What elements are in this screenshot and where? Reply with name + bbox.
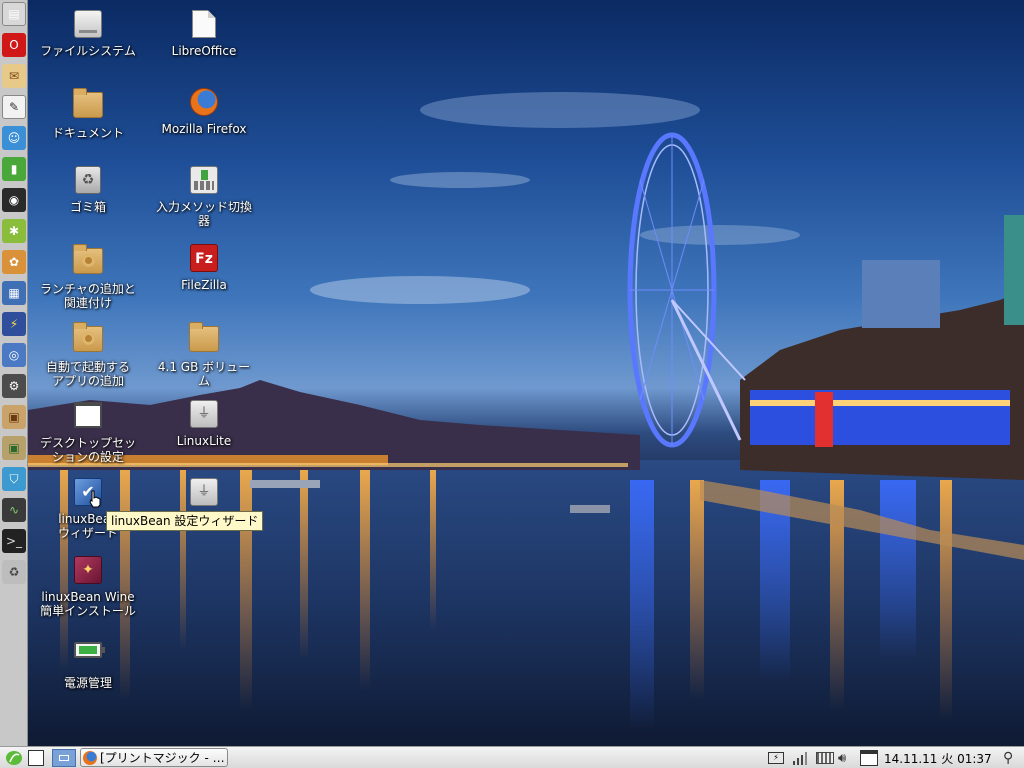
- screen-icon: ⚡: [768, 752, 784, 764]
- desktop-icon-label: linuxBean Wine 簡単インストール: [40, 590, 136, 618]
- terminal-icon[interactable]: >_: [2, 529, 26, 553]
- desktop-icon-label: ゴミ箱: [69, 200, 106, 214]
- desktop-icon-usb-drive[interactable]: ⏚: [146, 478, 262, 512]
- media-player-icon[interactable]: ◉: [2, 188, 26, 212]
- folder-gear-icon: [73, 244, 103, 274]
- desktop-icon-label: ファイルシステム: [40, 44, 136, 58]
- usb-drive-icon: ⏚: [190, 400, 218, 428]
- desktop-icon-volume[interactable]: 4.1 GB ボリュー ム: [146, 322, 262, 388]
- hand-cursor-icon: [89, 490, 101, 508]
- wine-icon: ✦: [74, 556, 102, 584]
- chat-icon[interactable]: ☺: [2, 126, 26, 150]
- desktop-icon-filesystem[interactable]: ファイルシステム: [30, 10, 146, 58]
- firefox-icon: [83, 750, 97, 765]
- trash-icon: ♻: [75, 166, 101, 194]
- tooltip: linuxBean 設定ウィザード: [106, 511, 264, 531]
- drive-icon: [74, 10, 102, 38]
- folder-icon: [189, 322, 219, 352]
- battery-icon: [74, 642, 105, 658]
- calendar-icon: [860, 750, 878, 766]
- desktop-icon-label: ランチャの追加と 関連付け: [40, 282, 136, 310]
- desktop-icon-label: 電源管理: [63, 676, 112, 690]
- opera-icon[interactable]: O: [2, 33, 26, 57]
- desktop-icon-label: 自動で起動する アプリの追加: [45, 360, 130, 388]
- speaker-icon: 🔊︎: [838, 750, 847, 766]
- show-desktop-button[interactable]: [28, 749, 44, 767]
- mini-window-icon: [59, 755, 69, 761]
- network-icon[interactable]: ◎: [2, 343, 26, 367]
- taskbar: [プリントマジック - … ⚡ 🔊︎ 14.11.11 火 01:37 ⚲: [0, 746, 1024, 768]
- firefox-icon: [190, 88, 218, 116]
- folder-icon: [73, 88, 103, 118]
- search-button[interactable]: ⚲: [1003, 749, 1013, 767]
- bug-icon[interactable]: ✱: [2, 219, 26, 243]
- application-dock: ▤ O ✉ ✎ ☺ ▮ ◉ ✱ ✿ ▦ ⚡ ◎ ⚙ ▣ ▣ ⛉ ∿ >_ ♻: [0, 0, 28, 746]
- desktop-icon-documents[interactable]: ドキュメント: [30, 88, 146, 140]
- settings-icon[interactable]: ⚙: [2, 374, 26, 398]
- image-viewer-icon[interactable]: ▦: [2, 281, 26, 305]
- desktop-icon-input-method[interactable]: 入力メソッド切換 器: [146, 166, 262, 228]
- tray-network[interactable]: [792, 749, 808, 767]
- trash-dock-icon[interactable]: ♻: [2, 560, 26, 584]
- bean-logo-icon: [6, 751, 22, 765]
- system-monitor-icon[interactable]: ∿: [2, 498, 26, 522]
- package-icon[interactable]: ▣: [2, 405, 26, 429]
- desktop-icon-firefox[interactable]: Mozilla Firefox: [146, 88, 262, 136]
- window-icon: [74, 402, 102, 428]
- store-icon[interactable]: ⛉: [2, 467, 26, 491]
- filezilla-icon: Fz: [190, 244, 218, 272]
- keyboard-icon: [190, 166, 218, 194]
- package-install-icon[interactable]: ▣: [2, 436, 26, 460]
- task-button-label: [プリントマジック - …: [100, 751, 225, 765]
- desktop-icon-libreoffice[interactable]: LibreOffice: [146, 10, 262, 58]
- desktop-icon-launcher-association[interactable]: ランチャの追加と 関連付け: [30, 244, 146, 310]
- desktop-icon-wine-install[interactable]: ✦ linuxBean Wine 簡単インストール: [30, 556, 146, 618]
- clock[interactable]: 14.11.11 火 01:37: [884, 750, 992, 767]
- workspace-1[interactable]: [52, 749, 76, 767]
- tray-monitor[interactable]: ⚡: [768, 749, 784, 767]
- tray-calendar[interactable]: [860, 749, 878, 767]
- desktop-icon-session-settings[interactable]: デスクトップセッ ションの設定: [30, 400, 146, 464]
- mail-icon[interactable]: ✉: [2, 64, 26, 88]
- keyboard-tray-icon: [816, 752, 834, 764]
- desktop-icon-label: FileZilla: [181, 278, 227, 292]
- desktop-icon-label: 入力メソッド切換 器: [155, 200, 252, 228]
- start-menu-button[interactable]: [3, 749, 25, 767]
- task-button-print-magic[interactable]: [プリントマジック - …: [80, 748, 228, 767]
- file-manager-icon[interactable]: ▤: [2, 2, 26, 26]
- document-icon: [192, 10, 216, 38]
- desktop-icon-autostart[interactable]: 自動で起動する アプリの追加: [30, 322, 146, 388]
- signal-strength-icon: [793, 752, 807, 765]
- text-editor-icon[interactable]: ✎: [2, 95, 26, 119]
- search-icon: ⚲: [1003, 750, 1014, 766]
- desktop-icon-linuxlite[interactable]: ⏚ LinuxLite: [146, 400, 262, 448]
- folder-gear-icon: [73, 322, 103, 352]
- lightning-icon[interactable]: ⚡: [2, 312, 26, 336]
- desktop-icon-label: ドキュメント: [51, 126, 124, 140]
- desktop-icon-label: デスクトップセッ ションの設定: [39, 436, 136, 464]
- desktop-icon-label: 4.1 GB ボリュー ム: [157, 360, 251, 388]
- tray-volume[interactable]: 🔊︎: [838, 749, 846, 767]
- usb-drive-icon: ⏚: [190, 478, 218, 506]
- tray-keyboard[interactable]: [816, 749, 834, 767]
- desktop-icon-label: LibreOffice: [171, 44, 237, 58]
- notes-icon[interactable]: ▮: [2, 157, 26, 181]
- paint-icon[interactable]: ✿: [2, 250, 26, 274]
- desktop-icon-trash[interactable]: ♻ ゴミ箱: [30, 166, 146, 214]
- desktop-icon-label: LinuxLite: [176, 434, 232, 448]
- desktop-icon-filezilla[interactable]: Fz FileZilla: [146, 244, 262, 292]
- window-outline-icon: [28, 750, 44, 766]
- desktop-icon-power-management[interactable]: 電源管理: [30, 634, 146, 690]
- desktop-icon-label: Mozilla Firefox: [161, 122, 247, 136]
- workspace-switcher[interactable]: [52, 749, 76, 767]
